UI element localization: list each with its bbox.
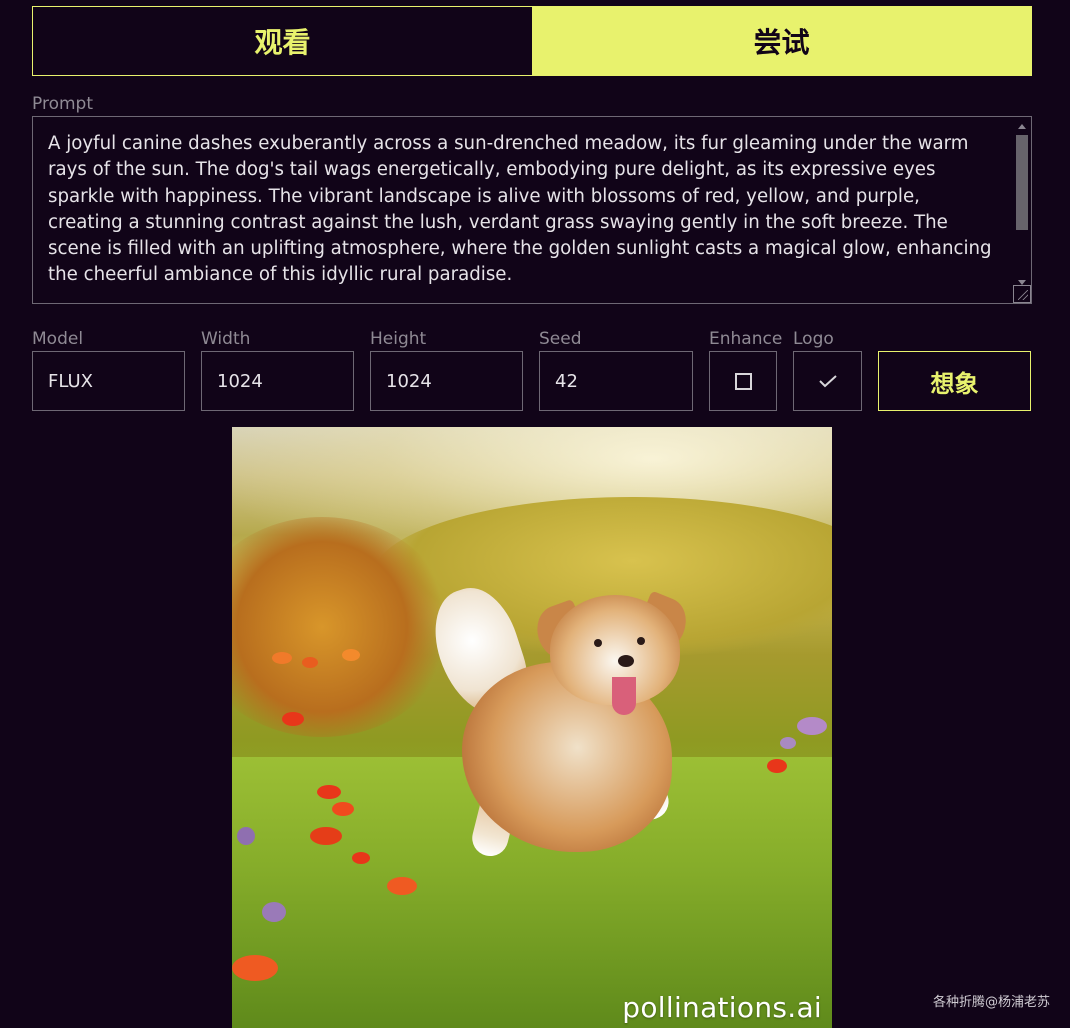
width-input[interactable]: 1024 (201, 351, 354, 411)
tab-watch[interactable]: 观看 (33, 7, 532, 75)
model-select[interactable]: FLUX (32, 351, 185, 411)
scroll-thumb[interactable] (1016, 135, 1028, 230)
height-label: Height (370, 329, 427, 349)
prompt-text[interactable]: A joyful canine dashes exuberantly acros… (48, 133, 992, 285)
imagine-button[interactable]: 想象 (878, 351, 1031, 411)
image-watermark: pollinations.ai (622, 991, 822, 1024)
unchecked-box-icon (734, 372, 752, 390)
checkmark-icon (818, 375, 837, 388)
width-label: Width (201, 329, 251, 349)
model-value: FLUX (48, 370, 93, 392)
height-input[interactable]: 1024 (370, 351, 523, 411)
tab-try[interactable]: 尝试 (532, 7, 1031, 75)
resize-grip-icon[interactable] (1013, 285, 1031, 303)
prompt-scrollbar[interactable] (1016, 121, 1028, 285)
generated-image: pollinations.ai (232, 427, 832, 1028)
prompt-textarea[interactable]: A joyful canine dashes exuberantly acros… (32, 116, 1032, 304)
logo-checkbox[interactable] (793, 351, 862, 411)
seed-label: Seed (539, 329, 582, 349)
logo-label: Logo (793, 329, 834, 349)
view-tabs: 观看 尝试 (32, 6, 1032, 76)
enhance-checkbox[interactable] (709, 351, 777, 411)
seed-input[interactable]: 42 (539, 351, 693, 411)
model-label: Model (32, 329, 84, 349)
enhance-label: Enhance (709, 329, 783, 349)
width-value: 1024 (217, 370, 263, 392)
seed-value: 42 (555, 370, 578, 392)
prompt-label: Prompt (32, 94, 93, 114)
scroll-up-arrow-icon[interactable] (1018, 124, 1026, 129)
credit-text: 各种折腾@杨浦老苏 (932, 995, 1050, 1010)
height-value: 1024 (386, 370, 432, 392)
